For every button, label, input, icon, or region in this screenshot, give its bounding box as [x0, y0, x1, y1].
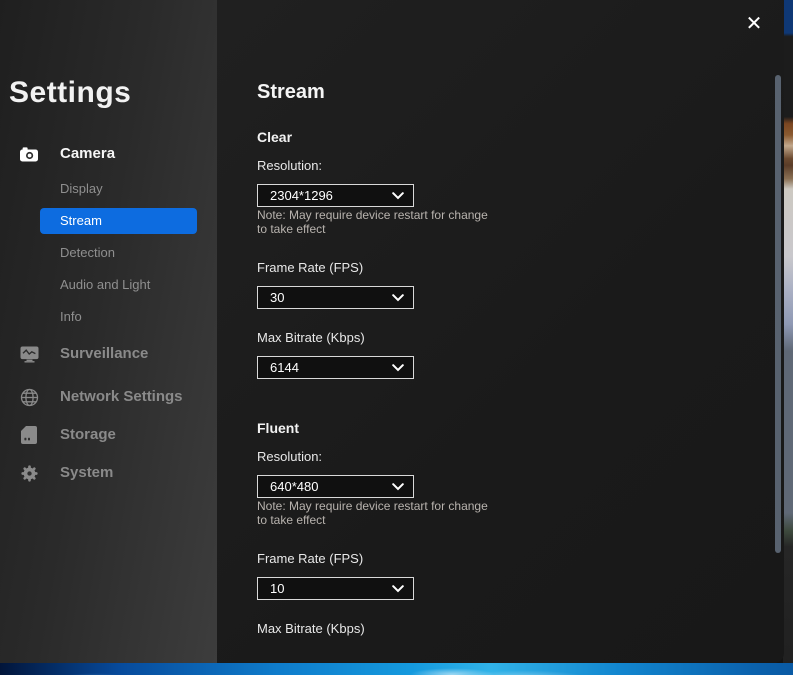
sidebar-item-network-settings[interactable]: Network Settings — [0, 386, 217, 408]
sidebar-item-label: Network Settings — [60, 388, 183, 405]
sidebar-item-label: Storage — [60, 426, 116, 443]
sidebar-item-audio-and-light[interactable]: Audio and Light — [60, 277, 197, 292]
select-value: 2304*1296 — [270, 188, 333, 203]
sidebar-item-stream[interactable]: Stream — [40, 208, 197, 234]
chevron-down-icon — [392, 294, 404, 302]
settings-dialog: Settings Camera Display Stream Detection… — [0, 0, 784, 663]
close-button[interactable]: ✕ — [741, 11, 767, 37]
sidebar-item-storage[interactable]: Storage — [0, 424, 217, 446]
fluent-resolution-note: Note: May require device restart for cha… — [257, 500, 495, 527]
sidebar-item-camera[interactable]: Camera — [0, 143, 217, 165]
close-icon: ✕ — [746, 13, 763, 35]
clear-bitrate-select[interactable]: 6144 — [257, 356, 414, 379]
sidebar-item-system[interactable]: System — [0, 462, 217, 484]
select-value: 640*480 — [270, 479, 318, 494]
stream-panel: ✕ Stream Clear Resolution: 2304*1296 Not… — [217, 0, 784, 663]
screen: Settings Camera Display Stream Detection… — [0, 0, 793, 675]
sd-card-icon — [19, 425, 39, 445]
camera-icon — [19, 144, 39, 164]
fluent-resolution-select[interactable]: 640*480 — [257, 475, 414, 498]
clear-resolution-note: Note: May require device restart for cha… — [257, 209, 495, 236]
sidebar-item-detection[interactable]: Detection — [60, 245, 197, 260]
panel-title: Stream — [257, 81, 325, 104]
globe-icon — [19, 387, 39, 407]
clear-resolution-label: Resolution: — [257, 158, 322, 173]
desktop-wallpaper-strip — [0, 663, 793, 675]
clear-framerate-select[interactable]: 30 — [257, 286, 414, 309]
monitor-icon — [19, 344, 39, 364]
background-app-strip — [783, 0, 793, 675]
sidebar-item-label: Surveillance — [60, 345, 148, 362]
fluent-bitrate-label: Max Bitrate (Kbps) — [257, 621, 365, 636]
select-value: 30 — [270, 290, 284, 305]
clear-framerate-label: Frame Rate (FPS) — [257, 260, 363, 275]
sidebar-item-surveillance[interactable]: Surveillance — [0, 343, 217, 365]
chevron-down-icon — [392, 364, 404, 372]
select-value: 6144 — [270, 360, 299, 375]
gear-icon — [19, 463, 39, 483]
fluent-framerate-label: Frame Rate (FPS) — [257, 551, 363, 566]
select-value: 10 — [270, 581, 284, 596]
clear-bitrate-label: Max Bitrate (Kbps) — [257, 330, 365, 345]
chevron-down-icon — [392, 483, 404, 491]
sidebar-item-info[interactable]: Info — [60, 309, 197, 324]
fluent-framerate-select[interactable]: 10 — [257, 577, 414, 600]
sidebar-item-display[interactable]: Display — [60, 181, 197, 196]
settings-title: Settings — [9, 76, 131, 110]
sidebar-item-label: Camera — [60, 145, 115, 162]
clear-resolution-select[interactable]: 2304*1296 — [257, 184, 414, 207]
fluent-resolution-label: Resolution: — [257, 449, 322, 464]
chevron-down-icon — [392, 192, 404, 200]
section-heading-clear: Clear — [257, 129, 292, 145]
scrollbar-thumb[interactable] — [775, 75, 781, 553]
sidebar-item-label: System — [60, 464, 113, 481]
chevron-down-icon — [392, 585, 404, 593]
section-heading-fluent: Fluent — [257, 420, 299, 436]
sidebar: Settings Camera Display Stream Detection… — [0, 0, 217, 663]
